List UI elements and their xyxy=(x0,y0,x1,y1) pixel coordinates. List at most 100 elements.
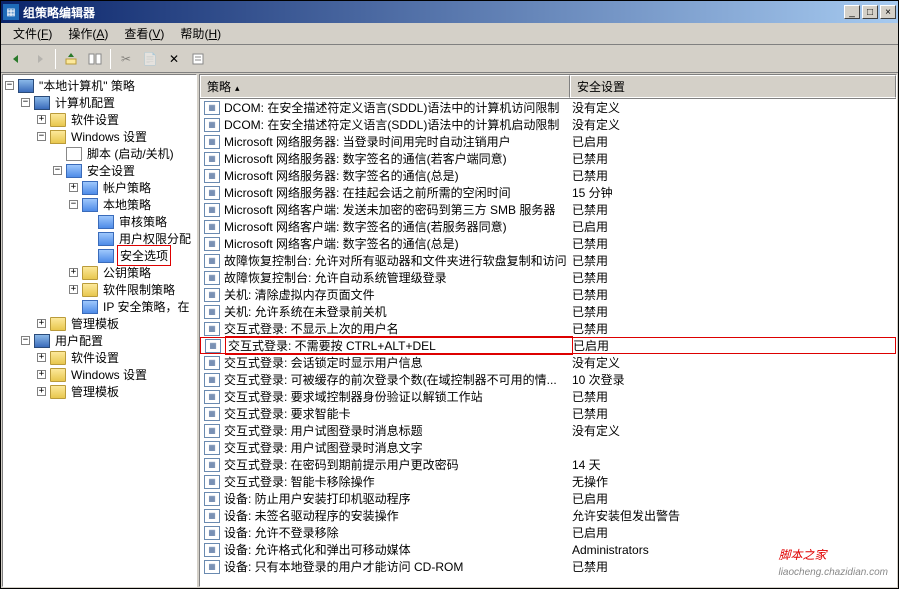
expand-icon[interactable]: + xyxy=(37,319,46,328)
tree-node-userConfig[interactable]: −用户配置 xyxy=(5,332,194,349)
tree-node-root[interactable]: −"本地计算机" 策略 xyxy=(5,77,194,94)
policy-row[interactable]: ▦设备: 防止用户安装打印机驱动程序已启用 xyxy=(200,490,896,507)
policy-name: 交互式登录: 不显示上次的用户名 xyxy=(224,320,572,337)
policy-value: 已禁用 xyxy=(572,320,896,337)
expand-icon[interactable]: − xyxy=(21,98,30,107)
tree-node-publicKey[interactable]: +公钥策略 xyxy=(5,264,194,281)
policy-row[interactable]: ▦交互式登录: 会话锁定时显示用户信息没有定义 xyxy=(200,354,896,371)
tree-pane[interactable]: −"本地计算机" 策略−计算机配置+软件设置−Windows 设置脚本 (启动/… xyxy=(2,74,197,587)
policy-row[interactable]: ▦Microsoft 网络服务器: 数字签名的通信(总是)已禁用 xyxy=(200,167,896,184)
policy-row[interactable]: ▦交互式登录: 不需要按 CTRL+ALT+DEL已启用 xyxy=(200,337,896,354)
policy-row[interactable]: ▦DCOM: 在安全描述符定义语言(SDDL)语法中的计算机启动限制没有定义 xyxy=(200,116,896,133)
policy-row[interactable]: ▦设备: 只有本地登录的用户才能访问 CD-ROM已禁用 xyxy=(200,558,896,575)
policy-value: 已禁用 xyxy=(572,303,896,320)
show-hide-button[interactable] xyxy=(84,48,106,70)
policy-name: 关机: 清除虚拟内存页面文件 xyxy=(224,286,572,303)
policy-name: 交互式登录: 会话锁定时显示用户信息 xyxy=(224,354,572,371)
menu-help[interactable]: 帮助(H) xyxy=(172,23,229,44)
policy-row[interactable]: ▦关机: 允许系统在未登录前关机已禁用 xyxy=(200,303,896,320)
menu-file[interactable]: 文件(F) xyxy=(5,23,60,44)
policy-row[interactable]: ▦交互式登录: 可被缓存的前次登录个数(在域控制器不可用的情...10 次登录 xyxy=(200,371,896,388)
tree-node-softwareSettings[interactable]: +软件设置 xyxy=(5,111,194,128)
col-policy[interactable]: 策略 xyxy=(200,75,570,98)
policy-name: Microsoft 网络客户端: 发送未加密的密码到第三方 SMB 服务器 xyxy=(224,201,572,218)
expand-icon[interactable]: − xyxy=(69,200,78,209)
policy-row[interactable]: ▦交互式登录: 要求域控制器身份验证以解锁工作站已禁用 xyxy=(200,388,896,405)
back-button[interactable] xyxy=(5,48,27,70)
tree-node-scripts[interactable]: 脚本 (启动/关机) xyxy=(5,145,194,162)
tree-node-softwareRestriction[interactable]: +软件限制策略 xyxy=(5,281,194,298)
policy-row[interactable]: ▦Microsoft 网络服务器: 在挂起会话之前所需的空闲时间15 分钟 xyxy=(200,184,896,201)
policy-row[interactable]: ▦故障恢复控制台: 允许对所有驱动器和文件夹进行软盘复制和访问已禁用 xyxy=(200,252,896,269)
policy-row[interactable]: ▦交互式登录: 用户试图登录时消息标题没有定义 xyxy=(200,422,896,439)
policy-row[interactable]: ▦关机: 清除虚拟内存页面文件已禁用 xyxy=(200,286,896,303)
tree-node-softwareSettings[interactable]: +软件设置 xyxy=(5,349,194,366)
policy-row[interactable]: ▦设备: 允许不登录移除已启用 xyxy=(200,524,896,541)
menu-view[interactable]: 查看(V) xyxy=(116,23,172,44)
policy-value: 10 次登录 xyxy=(572,371,896,388)
expand-icon[interactable]: + xyxy=(37,387,46,396)
tree-node-securityOptions[interactable]: 安全选项 xyxy=(5,247,194,264)
menu-action[interactable]: 操作(A) xyxy=(60,23,116,44)
policy-icon: ▦ xyxy=(204,390,220,404)
policy-row[interactable]: ▦交互式登录: 在密码到期前提示用户更改密码14 天 xyxy=(200,456,896,473)
tree-node-windowsSettings[interactable]: +Windows 设置 xyxy=(5,366,194,383)
policy-row[interactable]: ▦Microsoft 网络客户端: 数字签名的通信(总是)已禁用 xyxy=(200,235,896,252)
properties-button[interactable] xyxy=(187,48,209,70)
tree-node-auditPolicy[interactable]: 审核策略 xyxy=(5,213,194,230)
policy-icon: ▦ xyxy=(204,543,220,557)
policy-value: 已禁用 xyxy=(572,201,896,218)
policy-row[interactable]: ▦故障恢复控制台: 允许自动系统管理级登录已禁用 xyxy=(200,269,896,286)
policy-row[interactable]: ▦交互式登录: 智能卡移除操作无操作 xyxy=(200,473,896,490)
policy-row[interactable]: ▦Microsoft 网络服务器: 当登录时间用完时自动注销用户已启用 xyxy=(200,133,896,150)
tree-node-localPolicy[interactable]: −本地策略 xyxy=(5,196,194,213)
tree-node-accountPolicy[interactable]: +帐户策略 xyxy=(5,179,194,196)
policy-row[interactable]: ▦交互式登录: 用户试图登录时消息文字 xyxy=(200,439,896,456)
policy-row[interactable]: ▦交互式登录: 不显示上次的用户名已禁用 xyxy=(200,320,896,337)
policy-row[interactable]: ▦Microsoft 网络客户端: 数字签名的通信(若服务器同意)已启用 xyxy=(200,218,896,235)
policy-value: 没有定义 xyxy=(572,354,896,371)
expand-icon[interactable]: + xyxy=(69,183,78,192)
policy-name: 交互式登录: 智能卡移除操作 xyxy=(224,473,572,490)
close-button[interactable]: × xyxy=(880,5,896,19)
expand-icon[interactable]: − xyxy=(5,81,14,90)
policy-icon: ▦ xyxy=(204,458,220,472)
policy-value: 已禁用 xyxy=(572,558,896,575)
policy-row[interactable]: ▦Microsoft 网络客户端: 发送未加密的密码到第三方 SMB 服务器已禁… xyxy=(200,201,896,218)
copy-button: 📄 xyxy=(139,48,161,70)
tree-node-ipSecurity[interactable]: IP 安全策略，在 xyxy=(5,298,194,315)
expand-icon[interactable]: − xyxy=(21,336,30,345)
tree-node-adminTemplates[interactable]: +管理模板 xyxy=(5,315,194,332)
list-pane[interactable]: 策略 安全设置 ▦DCOM: 在安全描述符定义语言(SDDL)语法中的计算机访问… xyxy=(199,74,897,587)
policy-icon: ▦ xyxy=(204,118,220,132)
expand-icon[interactable]: + xyxy=(37,353,46,362)
policy-row[interactable]: ▦DCOM: 在安全描述符定义语言(SDDL)语法中的计算机访问限制没有定义 xyxy=(200,99,896,116)
policy-row[interactable]: ▦交互式登录: 要求智能卡已禁用 xyxy=(200,405,896,422)
expand-icon[interactable]: + xyxy=(37,115,46,124)
policy-icon: ▦ xyxy=(204,560,220,574)
col-setting[interactable]: 安全设置 xyxy=(570,75,896,98)
policy-value: 已启用 xyxy=(572,218,896,235)
up-button[interactable] xyxy=(60,48,82,70)
policy-icon: ▦ xyxy=(204,526,220,540)
tree-node-computerConfig[interactable]: −计算机配置 xyxy=(5,94,194,111)
maximize-button[interactable]: □ xyxy=(862,5,878,19)
policy-row[interactable]: ▦设备: 允许格式化和弹出可移动媒体Administrators xyxy=(200,541,896,558)
tree-label: 管理模板 xyxy=(69,382,121,401)
expand-icon[interactable]: + xyxy=(69,285,78,294)
tree-node-windowsSettings[interactable]: −Windows 设置 xyxy=(5,128,194,145)
policy-name: Microsoft 网络服务器: 当登录时间用完时自动注销用户 xyxy=(224,133,572,150)
policy-name: 交互式登录: 用户试图登录时消息文字 xyxy=(224,439,572,456)
expand-icon[interactable]: − xyxy=(53,166,62,175)
expand-icon[interactable]: + xyxy=(37,370,46,379)
expand-icon[interactable]: − xyxy=(37,132,46,141)
policy-value: 14 天 xyxy=(572,456,896,473)
minimize-button[interactable]: _ xyxy=(844,5,860,19)
policy-row[interactable]: ▦设备: 未签名驱动程序的安装操作允许安装但发出警告 xyxy=(200,507,896,524)
policy-name: 设备: 防止用户安装打印机驱动程序 xyxy=(224,490,572,507)
tree-node-securitySettings[interactable]: −安全设置 xyxy=(5,162,194,179)
tree-node-adminTemplates[interactable]: + 管理模板 xyxy=(5,383,194,400)
expand-icon[interactable]: + xyxy=(69,268,78,277)
delete-button[interactable]: ✕ xyxy=(163,48,185,70)
policy-row[interactable]: ▦Microsoft 网络服务器: 数字签名的通信(若客户端同意)已禁用 xyxy=(200,150,896,167)
